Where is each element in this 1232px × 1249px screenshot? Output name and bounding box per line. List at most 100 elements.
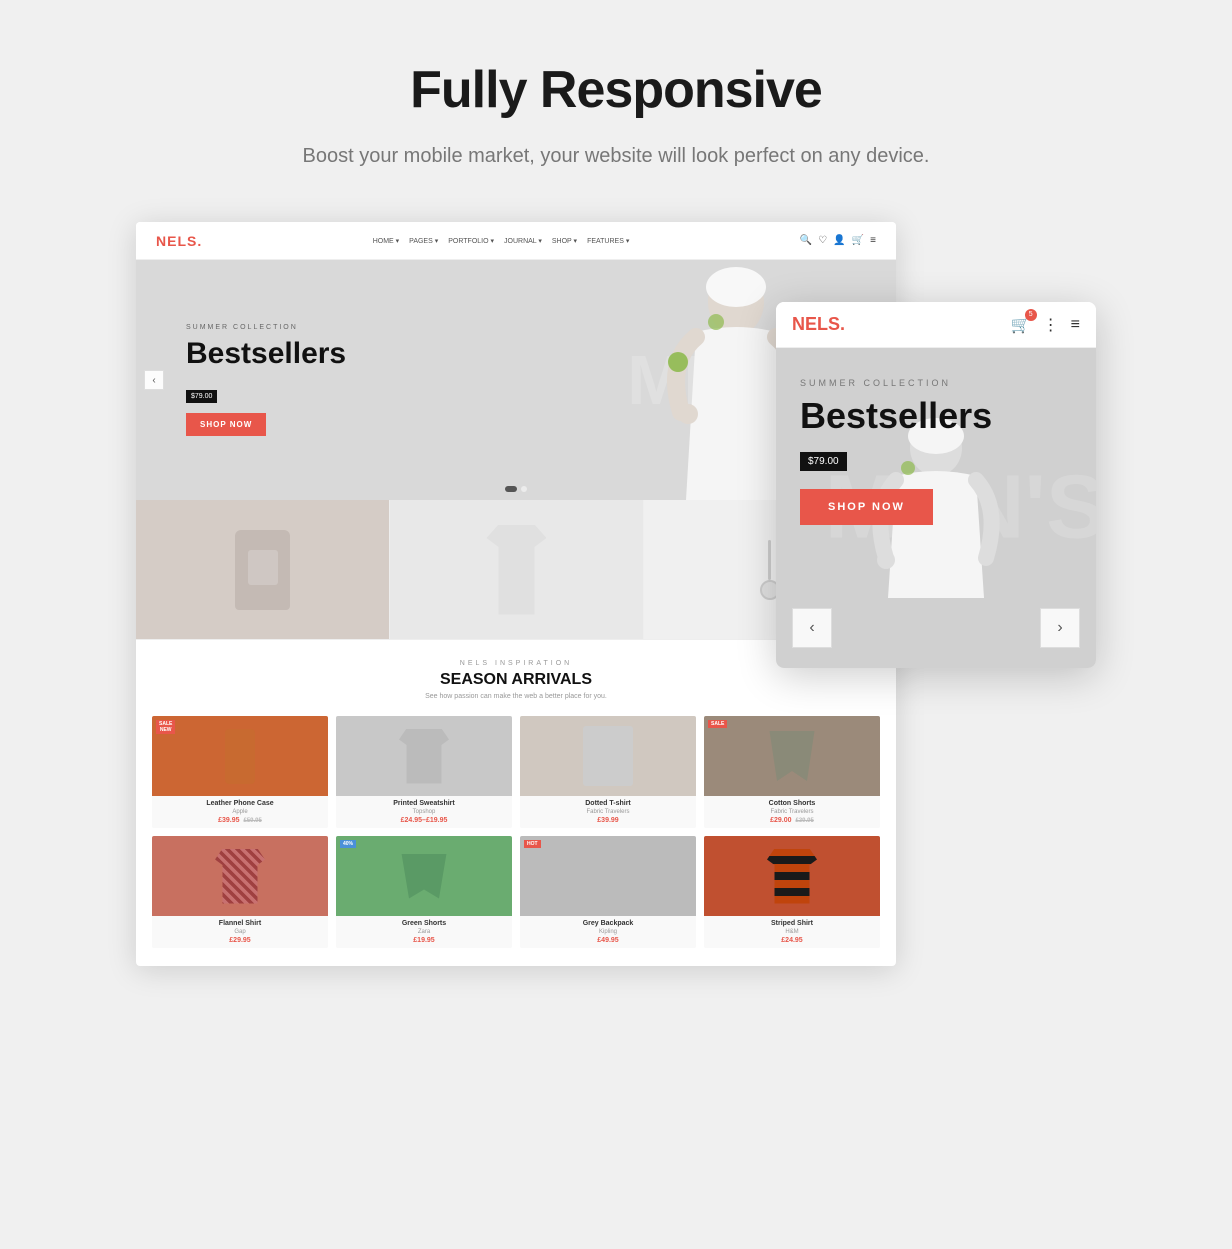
- product-price-2: £24.95–£19.95: [340, 817, 508, 824]
- page-subtitle: Boost your mobile market, your website w…: [303, 140, 930, 172]
- mobile-cart[interactable]: 🛒 5: [1011, 315, 1031, 335]
- header-section: Fully Responsive Boost your mobile marke…: [303, 60, 930, 172]
- cart-icon[interactable]: 🛒: [852, 235, 864, 246]
- product-image-4: [704, 716, 880, 796]
- desktop-nav-icons: 🔍 ♡ 👤 🛒 ≡: [800, 235, 876, 246]
- nav-shop[interactable]: SHOP ▾: [552, 237, 577, 245]
- mobile-next-button[interactable]: ›: [1040, 608, 1080, 648]
- product-image-6: [336, 836, 512, 916]
- product-image-7: [520, 836, 696, 916]
- product-name-7: Grey Backpack: [524, 920, 692, 927]
- product-card-5[interactable]: Flannel Shirt Gap £29.95: [152, 836, 328, 948]
- product-image-1: [152, 716, 328, 796]
- desktop-nav: NELS. HOME ▾ PAGES ▾ PORTFOLIO ▾ JOURNAL…: [136, 222, 896, 260]
- mobile-hero-content: SUMMER COLLECTION Bestsellers $79.00 SHO…: [776, 348, 1096, 525]
- product-name-1: Leather Phone Case: [156, 800, 324, 807]
- nav-portfolio[interactable]: PORTFOLIO ▾: [448, 237, 494, 245]
- nav-features[interactable]: FEATURES ▾: [587, 237, 629, 245]
- products-row-1: SALENEW Leather Phone Case Apple £39.95 …: [152, 716, 880, 828]
- cart-count: 5: [1025, 309, 1037, 321]
- striped-shirt-visual: [767, 849, 817, 904]
- search-icon[interactable]: 🔍: [800, 235, 812, 246]
- nav-home[interactable]: HOME ▾: [373, 237, 399, 245]
- mobile-hero-cta: $79.00 SHOP NOW: [800, 452, 1072, 525]
- hero-dots: [505, 486, 527, 492]
- product-info-8: Striped Shirt H&M £24.95: [704, 916, 880, 948]
- product-image-3: [520, 716, 696, 796]
- product-image-8: [704, 836, 880, 916]
- desktop-nav-links: HOME ▾ PAGES ▾ PORTFOLIO ▾ JOURNAL ▾ SHO…: [373, 237, 630, 245]
- product-card-6[interactable]: 40% Green Shorts Zara £19.95: [336, 836, 512, 948]
- nav-journal[interactable]: JOURNAL ▾: [504, 237, 542, 245]
- product-badge-40: 40%: [340, 840, 356, 848]
- product-badge-sale-4: SALE: [708, 720, 727, 728]
- product-brand-6: Zara: [340, 929, 508, 935]
- product-price-7: £49.95: [524, 937, 692, 944]
- product-brand-5: Gap: [156, 929, 324, 935]
- mobile-hero-arrows: ‹ ›: [776, 608, 1096, 648]
- shorts-visual: [767, 731, 817, 781]
- product-badge-sale-1: SALENEW: [156, 720, 175, 734]
- hero-tag: SUMMER COLLECTION: [186, 324, 346, 331]
- product-name-2: Printed Sweatshirt: [340, 800, 508, 807]
- menu-icon[interactable]: ≡: [870, 235, 876, 246]
- product-card-8[interactable]: Striped Shirt H&M £24.95: [704, 836, 880, 948]
- wishlist-icon[interactable]: ♡: [818, 235, 827, 246]
- hoodie-visual: [583, 726, 633, 786]
- product-price-5: £29.95: [156, 937, 324, 944]
- desktop-brand: NELS.: [156, 233, 202, 249]
- product-image-2: [336, 716, 512, 796]
- dot-2[interactable]: [521, 486, 527, 492]
- mobile-nav: NELS. 🛒 5 ⋮ ≡: [776, 302, 1096, 348]
- category-bags[interactable]: [136, 500, 389, 639]
- season-title: SEASON ARRIVALS: [152, 671, 880, 689]
- product-brand-7: Kipling: [524, 929, 692, 935]
- mobile-brand: NELS.: [792, 314, 845, 335]
- product-name-6: Green Shorts: [340, 920, 508, 927]
- mobile-menu-icon[interactable]: ≡: [1071, 316, 1080, 334]
- product-card-1[interactable]: SALENEW Leather Phone Case Apple £39.95 …: [152, 716, 328, 828]
- mockups-container: NELS. HOME ▾ PAGES ▾ PORTFOLIO ▾ JOURNAL…: [136, 222, 1096, 966]
- product-info-2: Printed Sweatshirt Topshop £24.95–£19.95: [336, 796, 512, 828]
- mobile-hero: MEN'S SUMMER COLLECTION Bestsellers $79.…: [776, 348, 1096, 668]
- product-brand-8: H&M: [708, 929, 876, 935]
- mobile-shop-now-button[interactable]: SHOP NOW: [800, 489, 933, 525]
- mobile-hero-title: Bestsellers: [800, 396, 1072, 436]
- product-price-6: £19.95: [340, 937, 508, 944]
- sweatshirt-visual: [399, 729, 449, 784]
- backpack-visual: [235, 530, 290, 610]
- product-card-4[interactable]: SALE Cotton Shorts Fabric Travelers £29.…: [704, 716, 880, 828]
- product-info-5: Flannel Shirt Gap £29.95: [152, 916, 328, 948]
- hero-title: Bestsellers: [186, 337, 346, 371]
- hero-content: SUMMER COLLECTION Bestsellers $79.00 SHO…: [136, 324, 396, 436]
- product-name-5: Flannel Shirt: [156, 920, 324, 927]
- product-price-3: £39.99: [524, 817, 692, 824]
- mobile-hero-tag: SUMMER COLLECTION: [800, 378, 1072, 388]
- product-name-3: Dotted T-shirt: [524, 800, 692, 807]
- season-label: NELS INSPIRATION: [152, 660, 880, 667]
- shirt-visual: [486, 525, 546, 615]
- grey-backpack-visual: [586, 849, 631, 904]
- desktop-shop-now-button[interactable]: SHOP NOW: [186, 413, 266, 436]
- nav-pages[interactable]: PAGES ▾: [409, 237, 438, 245]
- season-desc: See how passion can make the web a bette…: [152, 693, 880, 700]
- account-icon[interactable]: 👤: [833, 235, 845, 246]
- product-card-3[interactable]: Dotted T-shirt Fabric Travelers £39.99: [520, 716, 696, 828]
- category-shirts[interactable]: [389, 500, 642, 639]
- product-card-7[interactable]: HOT Grey Backpack Kipling £49.95: [520, 836, 696, 948]
- mobile-prev-button[interactable]: ‹: [792, 608, 832, 648]
- mobile-nav-right: 🛒 5 ⋮ ≡: [1011, 315, 1080, 335]
- product-info-4: Cotton Shorts Fabric Travelers £29.00 £3…: [704, 796, 880, 828]
- products-row-2: Flannel Shirt Gap £29.95 40% Green Short…: [152, 836, 880, 948]
- dot-1[interactable]: [505, 486, 517, 492]
- phone-case-visual: [225, 729, 255, 784]
- hero-prev-button[interactable]: ‹: [144, 370, 164, 390]
- product-image-5: [152, 836, 328, 916]
- mobile-more-icon[interactable]: ⋮: [1043, 315, 1059, 335]
- product-card-2[interactable]: Printed Sweatshirt Topshop £24.95–£19.95: [336, 716, 512, 828]
- product-brand-1: Apple: [156, 809, 324, 815]
- product-brand-4: Fabric Travelers: [708, 809, 876, 815]
- product-price-1: £39.95 £59.95: [156, 817, 324, 824]
- product-info-3: Dotted T-shirt Fabric Travelers £39.99: [520, 796, 696, 828]
- product-info-1: Leather Phone Case Apple £39.95 £59.95: [152, 796, 328, 828]
